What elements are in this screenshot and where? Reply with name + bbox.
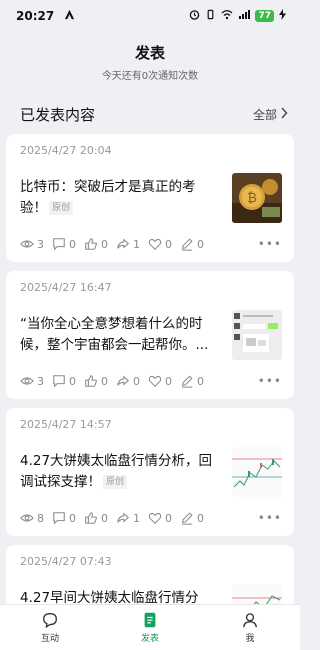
comments-button[interactable]: 0: [52, 511, 76, 525]
post-title-text: 比特币：突破后才是真正的考验！: [20, 179, 196, 216]
edit-button[interactable]: 0: [180, 374, 204, 388]
post-date: 2025/4/27 16:47: [20, 281, 112, 294]
document-icon: [144, 612, 156, 628]
favorite-button[interactable]: 0: [148, 237, 172, 251]
post-stats: 3 0 0 0 0 0 •••: [20, 374, 282, 388]
more-options-icon[interactable]: •••: [258, 511, 282, 525]
post-card[interactable]: 2025/4/27 14:57 4.27大饼姨太临盘行情分析，回调试探支撑！ 原创…: [6, 408, 294, 536]
share-icon: [117, 512, 130, 523]
alarm-icon: [189, 9, 200, 23]
pencil-icon: [181, 512, 193, 525]
comments-button[interactable]: 0: [52, 374, 76, 388]
view-all-button[interactable]: 全部: [253, 106, 288, 123]
battery-level: 77: [255, 10, 274, 22]
post-title: “当你全心全意梦想着什么的时候，整个宇宙都会一起帮你。...: [20, 314, 218, 356]
eye-icon: [20, 514, 34, 522]
thumbs-up-icon: [85, 238, 97, 250]
post-card[interactable]: 2025/4/27 20:04 比特币：突破后才是真正的考验！原创 ₿ 3 0: [6, 134, 294, 262]
status-time: 20:27: [16, 9, 55, 23]
eye-icon: [20, 377, 34, 385]
wifi-icon: [221, 9, 233, 23]
edit-button[interactable]: 0: [180, 511, 204, 525]
post-thumbnail: [232, 447, 282, 497]
like-button[interactable]: 0: [84, 511, 108, 525]
share-icon: [117, 375, 130, 386]
post-title-text: “当你全心全意梦想着什么的时候，整个宇宙都会一起帮你。...: [20, 316, 209, 353]
post-date: 2025/4/27 20:04: [20, 144, 112, 157]
view-all-label: 全部: [252, 107, 277, 122]
more-options-icon[interactable]: •••: [258, 374, 282, 388]
like-button[interactable]: 0: [84, 237, 108, 251]
thumbs-up-icon: [85, 512, 97, 524]
status-bar: 20:27 77: [0, 0, 300, 32]
views-stat: 3: [20, 374, 44, 388]
vibrate-icon: [205, 9, 216, 23]
post-thumbnail: ₿: [232, 173, 282, 223]
thumbs-up-icon: [85, 375, 97, 387]
views-stat: 8: [20, 511, 44, 525]
favorite-button[interactable]: 0: [148, 374, 172, 388]
charging-icon: [279, 9, 286, 23]
app-notification-icon: [64, 9, 75, 23]
tab-interaction-label: 互动: [40, 634, 59, 644]
tab-me-label: 我: [245, 634, 255, 644]
share-button[interactable]: 1: [116, 511, 140, 525]
edit-button[interactable]: 0: [180, 237, 204, 251]
comments-button[interactable]: 0: [52, 237, 76, 251]
post-date: 2025/4/27 07:43: [20, 555, 112, 568]
post-title: 4.27大饼姨太临盘行情分析，回调试探支撑！ 原创: [20, 451, 218, 493]
more-options-icon[interactable]: •••: [258, 237, 282, 251]
comment-icon: [53, 375, 65, 388]
share-button[interactable]: 0: [116, 374, 140, 388]
page-title: 发表: [134, 44, 165, 62]
views-stat: 3: [20, 237, 44, 251]
chat-bubble-icon: [43, 613, 57, 629]
pencil-icon: [181, 375, 193, 388]
user-icon: [243, 613, 257, 628]
comment-icon: [53, 512, 65, 525]
page-header: 发表 今天还有0次通知次数: [0, 32, 300, 94]
post-card[interactable]: 2025/4/27 16:47 “当你全心全意梦想着什么的时候，整个宇宙都会一起…: [6, 271, 294, 399]
post-stats: 8 0 0 1 0 0 •••: [20, 511, 282, 525]
favorite-button[interactable]: 0: [148, 511, 172, 525]
original-tag: 原创: [49, 201, 74, 215]
heart-icon: [148, 375, 162, 387]
signal-icon: [238, 9, 251, 23]
post-date: 2025/4/27 14:57: [20, 418, 112, 431]
section-title: 已发表内容: [20, 105, 96, 124]
original-tag: 原创: [103, 475, 128, 489]
chevron-right-icon: [280, 107, 288, 122]
share-button[interactable]: 1: [116, 237, 140, 251]
heart-icon: [148, 238, 162, 250]
published-section-header: 已发表内容 全部: [0, 94, 300, 134]
pencil-icon: [181, 238, 193, 251]
svg-text:₿: ₿: [247, 191, 257, 206]
like-button[interactable]: 0: [84, 374, 108, 388]
tab-me[interactable]: 我: [200, 605, 300, 650]
post-stats: 3 0 0 1 0 0 •••: [20, 237, 282, 251]
tab-interaction[interactable]: 互动: [0, 605, 100, 650]
eye-icon: [20, 240, 34, 248]
share-icon: [117, 238, 130, 249]
heart-icon: [148, 512, 162, 524]
bottom-tab-bar: 互动 发表 我: [0, 604, 300, 650]
post-title: 比特币：突破后才是真正的考验！ 原创: [20, 177, 218, 219]
comment-icon: [53, 238, 65, 251]
tab-publish-label: 发表: [140, 634, 159, 644]
post-list: 2025/4/27 20:04 比特币：突破后才是真正的考验！原创 ₿ 3 0: [0, 134, 300, 650]
post-thumbnail: [232, 310, 282, 360]
tab-publish[interactable]: 发表: [100, 605, 200, 650]
notification-quota-text: 今天还有0次通知次数: [101, 71, 199, 82]
